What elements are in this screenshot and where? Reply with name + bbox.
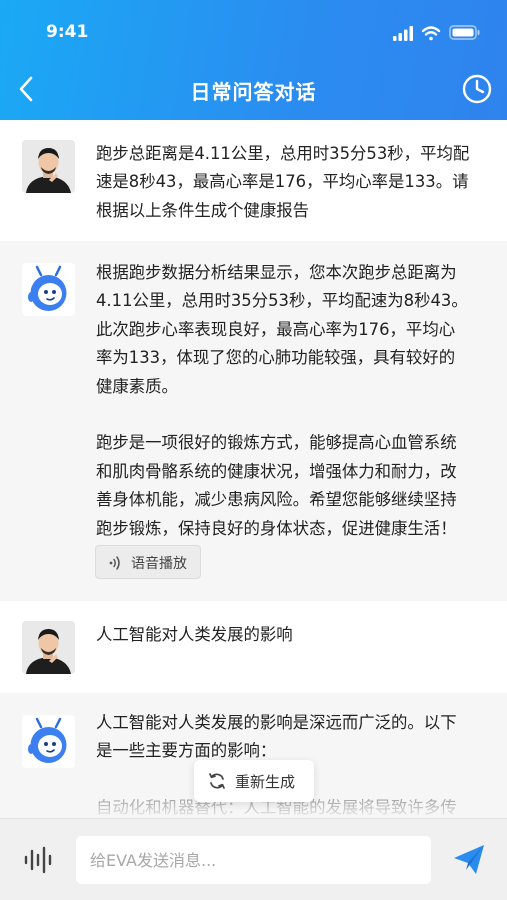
message-text: 根据跑步数据分析结果显示，您本次跑步总距离为 4.11公里，总用时35分53秒，… [96,263,468,538]
message-text: 人工智能对人类发展的影响 [96,625,293,644]
user-message: 跑步总距离是4.11公里，总用时35分53秒，平均配 速是8秒43，最高心率是1… [0,120,507,241]
regenerate-label: 重新生成 [235,773,296,791]
regenerate-button[interactable]: 重新生成 [194,760,314,802]
clock-history-icon[interactable] [461,73,493,105]
voice-play-label: 语音播放 [131,556,187,572]
user-avatar [22,140,75,193]
battery-icon [449,25,480,40]
input-bar [0,818,507,900]
send-plane-icon[interactable] [452,843,486,877]
chat-list[interactable]: 跑步总距离是4.11公里，总用时35分53秒，平均配 速是8秒43，最高心率是1… [0,120,507,818]
microphone-wave-icon[interactable] [22,845,54,875]
assistant-avatar [22,715,75,768]
status-icons [393,25,480,41]
app-header: 9:41 日常问答对话 [0,0,507,120]
assistant-avatar [22,263,75,316]
wifi-icon [421,26,441,41]
user-avatar [22,621,75,674]
user-message: 人工智能对人类发展的影响 [0,601,507,693]
sound-wave-icon [109,556,120,570]
voice-play-button[interactable]: 语音播放 [95,545,201,579]
assistant-message: 根据跑步数据分析结果显示，您本次跑步总距离为 4.11公里，总用时35分53秒，… [0,241,507,601]
message-input[interactable] [76,836,431,884]
status-bar: 9:41 [0,0,507,64]
signal-icon [393,26,413,41]
message-text: 跑步总距离是4.11公里，总用时35分53秒，平均配 速是8秒43，最高心率是1… [96,144,470,220]
refresh-icon [209,773,225,789]
page-title: 日常问答对话 [190,80,317,104]
status-time: 9:41 [46,22,89,42]
